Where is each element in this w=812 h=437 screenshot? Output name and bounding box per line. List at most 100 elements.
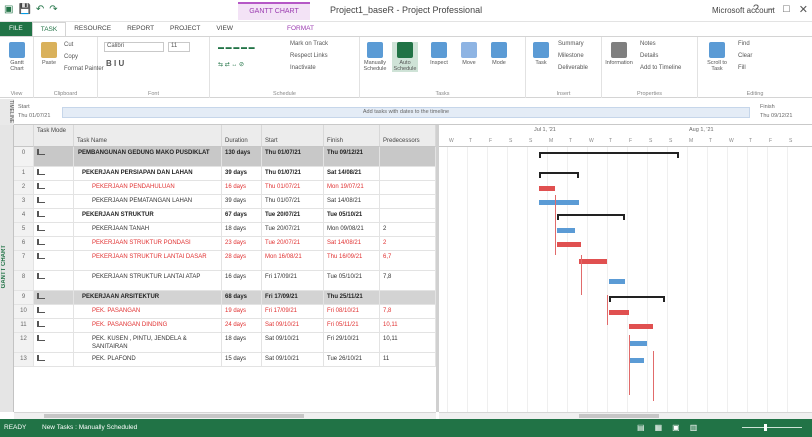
resource-sheet-icon[interactable]: ▥ [690, 423, 698, 432]
duration-cell[interactable]: 68 days [222, 291, 262, 304]
gantt-critical-bar[interactable] [539, 186, 555, 191]
task-mode-cell[interactable] [34, 271, 74, 290]
duration-cell[interactable]: 67 days [222, 209, 262, 222]
header-finish[interactable]: Finish [324, 125, 380, 147]
task-mode-cell[interactable] [34, 147, 74, 166]
task-mode-cell[interactable] [34, 333, 74, 352]
gantt-critical-bar[interactable] [579, 259, 607, 264]
task-name-cell[interactable]: PEKERJAAN STRUKTUR PONDASI [74, 237, 222, 250]
task-mode-cell[interactable] [34, 291, 74, 304]
find-button[interactable]: Find [738, 41, 750, 47]
cut-button[interactable]: Cut [64, 42, 73, 48]
row-id[interactable]: 11 [14, 319, 34, 332]
gantt-view-icon[interactable]: ▤ [637, 423, 645, 432]
gantt-critical-bar[interactable] [629, 324, 653, 329]
bold-button[interactable]: B I U [106, 59, 124, 68]
row-id[interactable]: 7 [14, 251, 34, 270]
finish-cell[interactable]: Sat 14/08/21 [324, 237, 380, 250]
task-mode-cell[interactable] [34, 319, 74, 332]
finish-cell[interactable]: Fri 08/10/21 [324, 305, 380, 318]
tab-project[interactable]: PROJECT [162, 22, 208, 36]
redo-icon[interactable]: ↷ [49, 4, 57, 15]
duration-cell[interactable]: 23 days [222, 237, 262, 250]
schedule-percent-icons[interactable]: ▬ ▬ ▬ ▬ ▬ [218, 45, 255, 51]
header-duration[interactable]: Duration [222, 125, 262, 147]
mark-on-track-button[interactable]: Mark on Track [290, 41, 328, 47]
duration-cell[interactable]: 18 days [222, 333, 262, 352]
gantt-summary-bar[interactable] [557, 214, 625, 220]
header-task-name[interactable]: Task Name [74, 125, 222, 147]
task-row[interactable]: 0 PEMBANGUNAN GEDUNG MAKO PUSDIKLAT 130 da… [14, 147, 436, 167]
predecessors-cell[interactable]: 2 [380, 223, 436, 236]
finish-cell[interactable]: Tue 26/10/21 [324, 353, 380, 366]
start-cell[interactable]: Sat 09/10/21 [262, 333, 324, 352]
predecessors-cell[interactable]: 10,11 [380, 333, 436, 352]
start-cell[interactable]: Sat 09/10/21 [262, 353, 324, 366]
gantt-summary-bar[interactable] [609, 296, 665, 302]
duration-cell[interactable]: 130 days [222, 147, 262, 166]
finish-cell[interactable]: Fri 29/10/21 [324, 333, 380, 352]
predecessors-cell[interactable] [380, 209, 436, 222]
gantt-task-bar[interactable] [609, 279, 625, 284]
finish-cell[interactable]: Thu 09/12/21 [324, 147, 380, 166]
task-row[interactable]: 11 PEK. PASANGAN DINDING 24 days Sat 09/10/… [14, 319, 436, 333]
start-cell[interactable]: Sat 09/10/21 [262, 319, 324, 332]
auto-schedule-button[interactable]: Auto Schedule [392, 42, 418, 72]
task-mode-cell[interactable] [34, 237, 74, 250]
scroll-to-task-button[interactable]: Scroll to Task [702, 42, 732, 72]
tab-view[interactable]: VIEW [208, 22, 241, 36]
finish-cell[interactable]: Tue 05/10/21 [324, 209, 380, 222]
gantt-scroll-thumb[interactable] [579, 414, 659, 418]
task-name-cell[interactable]: PEK. PLAFOND [74, 353, 222, 366]
duration-cell[interactable]: 18 days [222, 223, 262, 236]
respect-links-button[interactable]: Respect Links [290, 53, 328, 59]
inspect-button[interactable]: Inspect [426, 42, 452, 66]
start-cell[interactable]: Fri 17/09/21 [262, 305, 324, 318]
duration-cell[interactable]: 16 days [222, 271, 262, 290]
task-name-cell[interactable]: PEK. PASANGAN [74, 305, 222, 318]
row-id[interactable]: 1 [14, 167, 34, 180]
header-task-mode[interactable]: Task Mode [34, 125, 74, 147]
gantt-critical-bar[interactable] [557, 242, 581, 247]
clear-button[interactable]: Clear [738, 53, 752, 59]
font-name-select[interactable]: Calibri [104, 42, 164, 52]
task-name-cell[interactable]: PEMBANGUNAN GEDUNG MAKO PUSDIKLAT [74, 147, 222, 166]
task-row[interactable]: 9 PEKERJAAN ARSITEKTUR 68 days Fri 17/09/21… [14, 291, 436, 305]
task-row[interactable]: 12 PEK. KUSEN , PINTU, JENDELA & SANITAIR… [14, 333, 436, 353]
predecessors-cell[interactable] [380, 181, 436, 194]
add-to-timeline-button[interactable]: Add to Timeline [640, 65, 681, 71]
row-id[interactable]: 13 [14, 353, 34, 366]
move-button[interactable]: Move [456, 42, 482, 66]
link-tasks-icons[interactable]: ⇆ ⇄ ↔ ⊘ [218, 61, 244, 68]
summary-button[interactable]: Summary [558, 41, 584, 47]
start-cell[interactable]: Thu 01/07/21 [262, 167, 324, 180]
task-name-cell[interactable]: PEK. KUSEN , PINTU, JENDELA & SANITAIRAN [74, 333, 222, 352]
finish-cell[interactable]: Sat 14/08/21 [324, 167, 380, 180]
row-id[interactable]: 4 [14, 209, 34, 222]
duration-cell[interactable]: 39 days [222, 167, 262, 180]
manually-schedule-button[interactable]: Manually Schedule [362, 42, 388, 72]
gantt-critical-bar[interactable] [609, 310, 629, 315]
task-mode-cell[interactable] [34, 209, 74, 222]
finish-cell[interactable]: Tue 05/10/21 [324, 271, 380, 290]
header-predecessors[interactable]: Predecessors [380, 125, 436, 147]
predecessors-cell[interactable]: 10,11 [380, 319, 436, 332]
tab-report[interactable]: REPORT [119, 22, 162, 36]
task-name-cell[interactable]: PEKERJAAN PERSIAPAN DAN LAHAN [74, 167, 222, 180]
row-id[interactable]: 5 [14, 223, 34, 236]
start-cell[interactable]: Tue 20/07/21 [262, 209, 324, 222]
start-cell[interactable]: Fri 17/09/21 [262, 291, 324, 304]
undo-icon[interactable]: ↶ [36, 4, 44, 15]
finish-cell[interactable]: Mon 09/08/21 [324, 223, 380, 236]
gantt-task-bar[interactable] [539, 200, 579, 205]
inactivate-button[interactable]: Inactivate [290, 65, 316, 71]
duration-cell[interactable]: 19 days [222, 305, 262, 318]
font-size-select[interactable]: 11 [168, 42, 190, 52]
task-row[interactable]: 6 PEKERJAAN STRUKTUR PONDASI 23 days Tue 20… [14, 237, 436, 251]
gantt-chart-button[interactable]: Gantt Chart [4, 42, 30, 72]
help-icon[interactable]: ? [753, 3, 759, 16]
finish-cell[interactable]: Fri 05/11/21 [324, 319, 380, 332]
task-name-cell[interactable]: PEKERJAAN STRUKTUR LANTAI ATAP [74, 271, 222, 290]
start-cell[interactable]: Mon 16/08/21 [262, 251, 324, 270]
task-row[interactable]: 4 PEKERJAAN STRUKTUR 67 days Tue 20/07/21 Tu… [14, 209, 436, 223]
